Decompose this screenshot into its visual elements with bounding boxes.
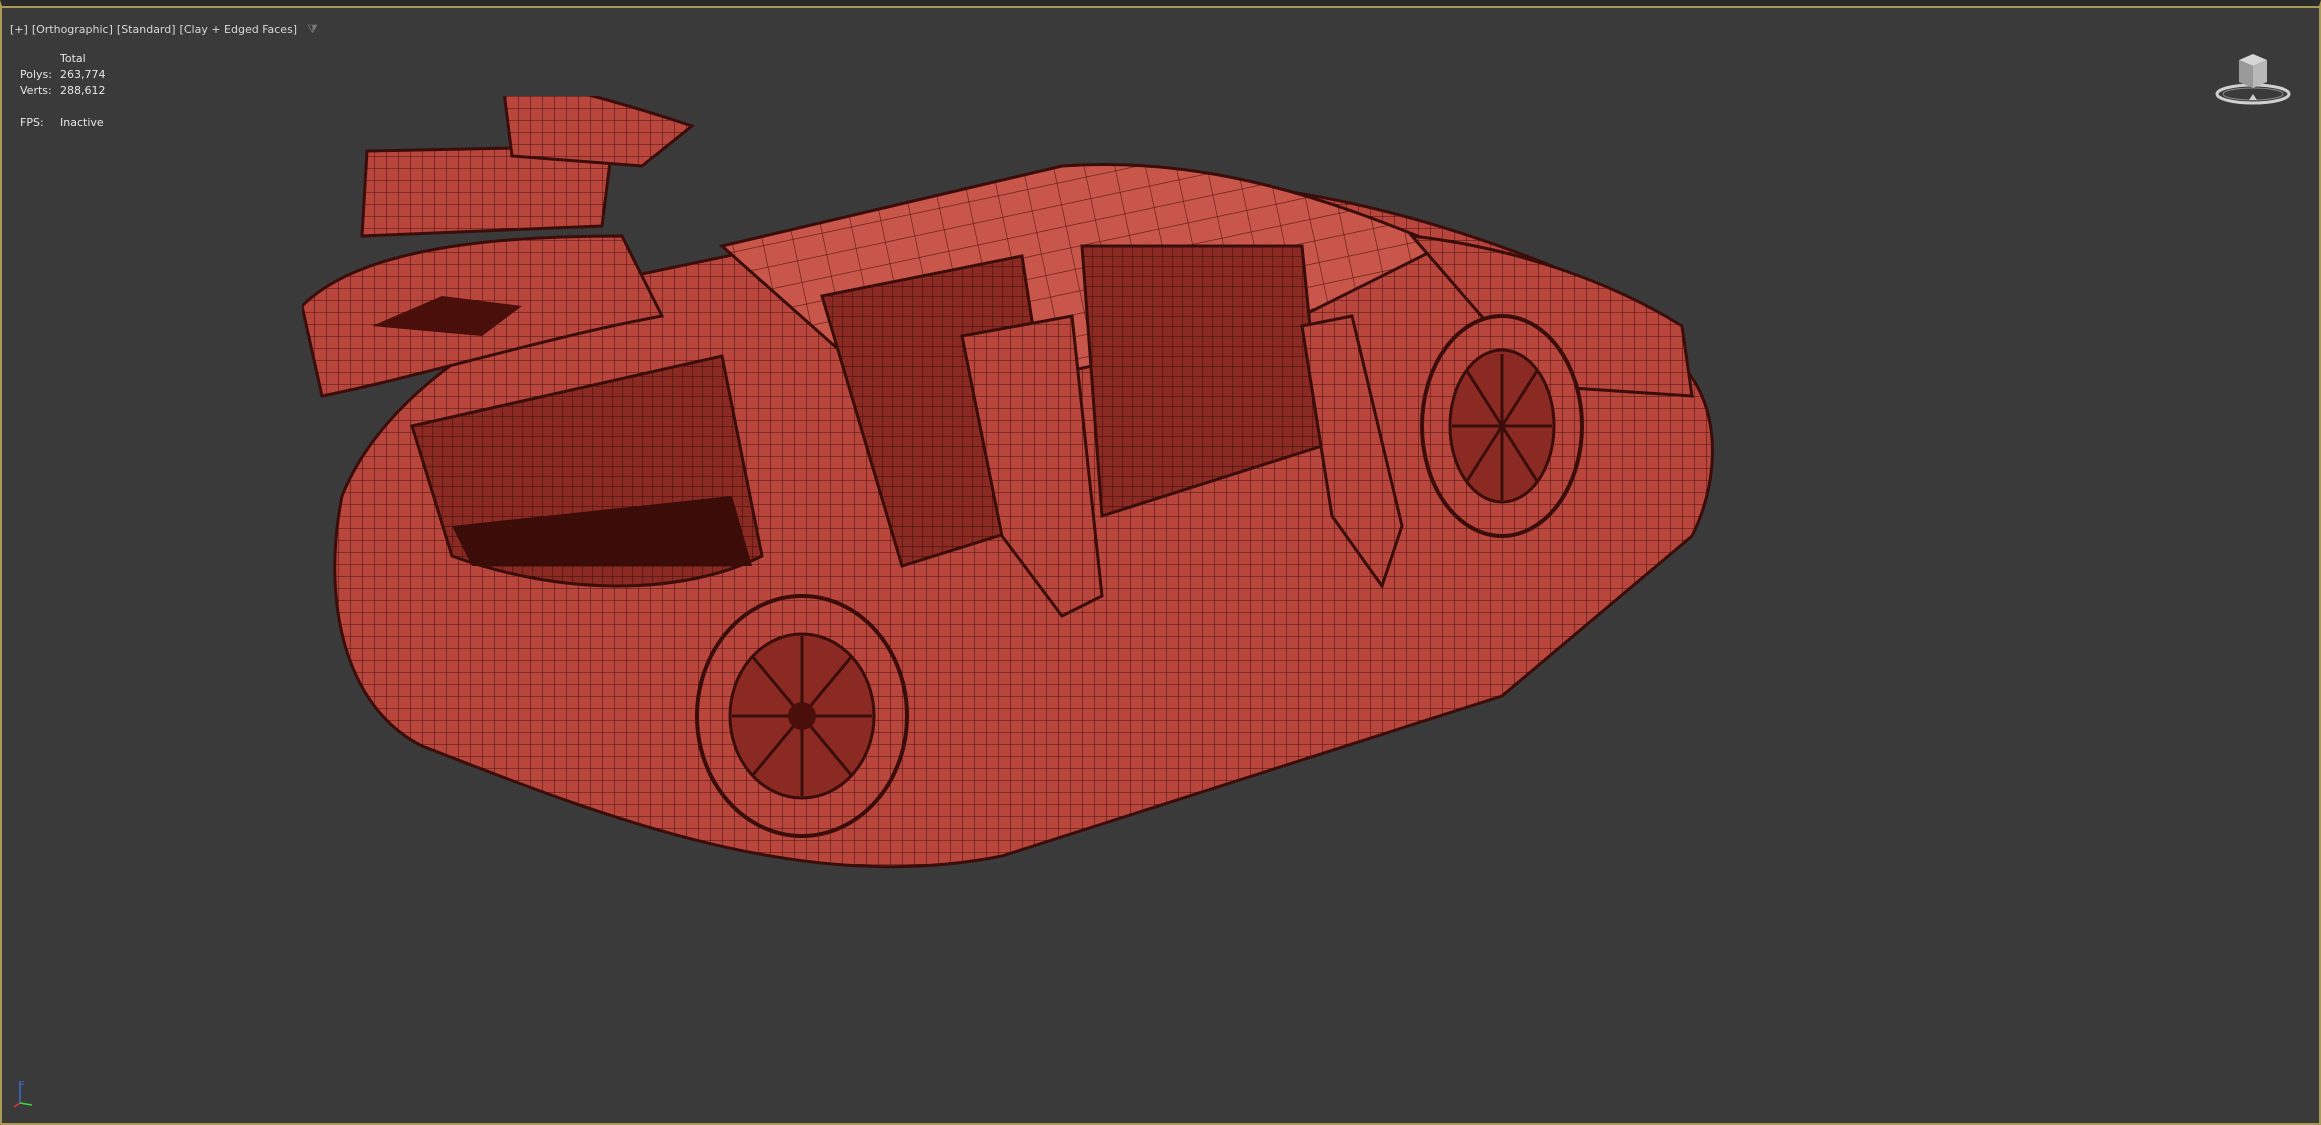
viewport-style-menu[interactable]: [Clay + Edged Faces] [180,23,298,36]
viewport-label-menu[interactable]: [+] [Orthographic] [Standard] [Clay + Ed… [10,20,322,38]
front-wheel [1420,314,1584,538]
rear-wheel [695,594,909,838]
viewport-view-menu[interactable]: [Orthographic] [32,23,113,36]
statistics-overlay: Total Polys: 263,774 Verts: 288,612 FPS:… [20,50,140,130]
viewcube-icon[interactable] [2213,48,2293,106]
filter-icon[interactable]: ⧩ [307,22,318,37]
viewport-border [2,6,2319,8]
open-door-front-top [502,96,696,168]
viewport-plus-menu[interactable]: [+] [10,23,28,36]
stats-total-header: Total [60,51,86,65]
verts-label: Verts: [20,83,52,97]
svg-text:z: z [21,1080,24,1087]
viewport-shading-menu[interactable]: [Standard] [117,23,176,36]
axis-gizmo-icon: z [13,1080,33,1108]
fps-label: FPS: [20,115,44,129]
perspective-viewport[interactable]: [+] [Orthographic] [Standard] [Clay + Ed… [0,0,2321,1125]
car-3d-model[interactable] [302,96,2062,1036]
fps-value: Inactive [60,115,104,129]
verts-value: 288,612 [60,83,106,97]
polys-label: Polys: [20,67,52,81]
polys-value: 263,774 [60,67,106,81]
